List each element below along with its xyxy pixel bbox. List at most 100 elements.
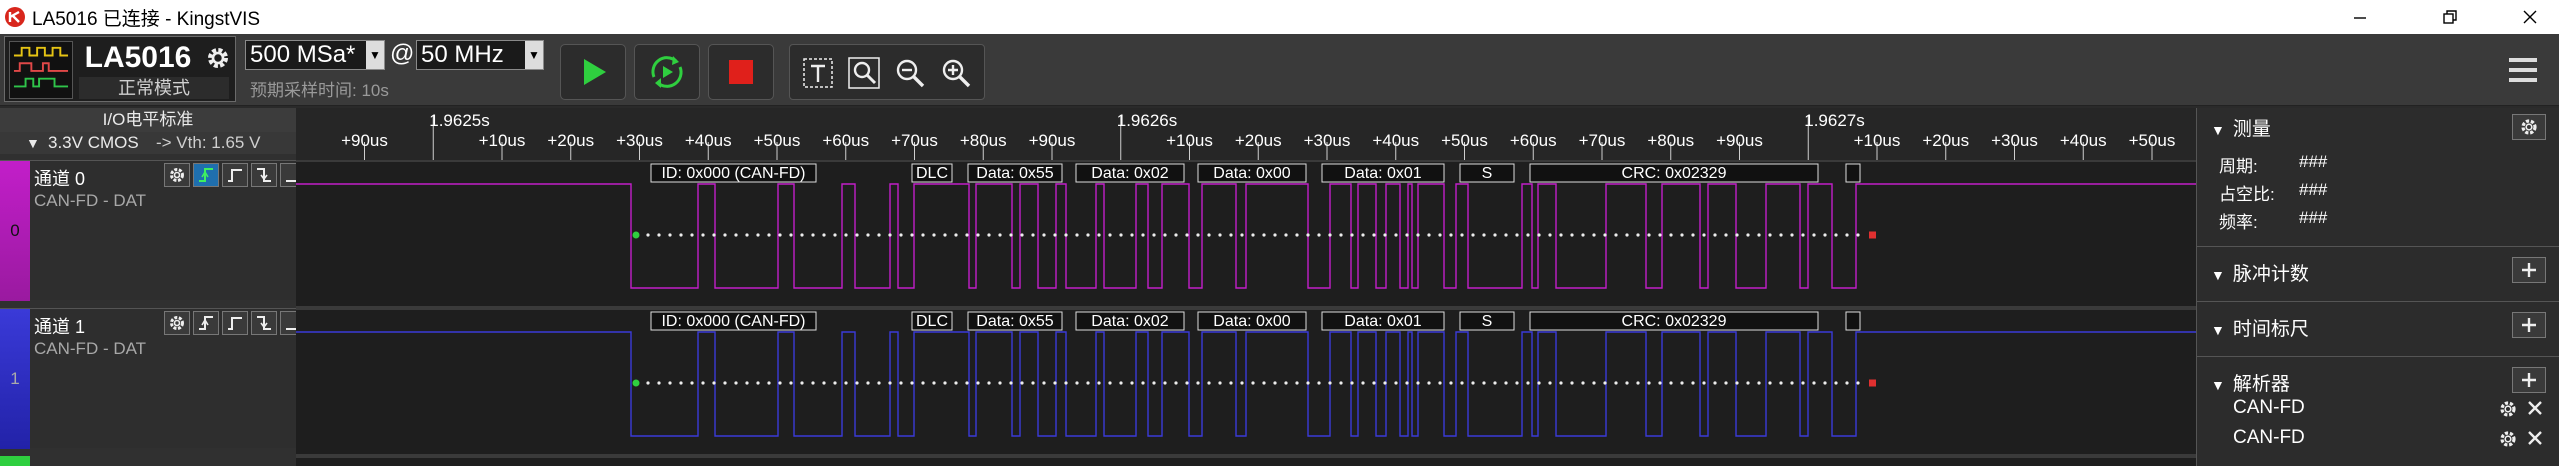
frequency-value: 50 MHz: [421, 41, 504, 68]
search-button[interactable]: [844, 53, 884, 93]
channel-0-row[interactable]: 0 通道 0 CAN-FD - DAT: [0, 160, 306, 301]
plus-icon: [2522, 373, 2536, 387]
start-button[interactable]: [560, 44, 626, 100]
analyzers-header[interactable]: ▼ 解析器: [2211, 369, 2290, 396]
ruler-tick-label: +30us: [616, 131, 663, 150]
channel-settings-button[interactable]: [164, 311, 190, 335]
ruler-tick-label: +70us: [891, 131, 938, 150]
analyzer-item[interactable]: CAN-FD: [2233, 397, 2305, 419]
ruler-tick-label: +80us: [960, 131, 1007, 150]
device-settings-icon[interactable]: [203, 43, 233, 73]
waveform-area[interactable]: +90us 1.9625s +10us +20us +30us +40us +50us +60…: [296, 108, 2196, 466]
decode-field-label: ID: 0x000 (CAN-FD): [661, 165, 805, 182]
measure-header[interactable]: ▼ 测量: [2211, 114, 2271, 141]
sample-dot: [1394, 381, 1398, 385]
sample-dot: [756, 381, 760, 385]
sample-dot: [1119, 381, 1123, 385]
io-standard-row[interactable]: ▼ 3.3V CMOS -> Vth: 1.65 V: [0, 132, 296, 154]
gear-icon[interactable]: [2498, 429, 2518, 449]
sample-dot: [1317, 381, 1321, 385]
sample-dot: [1262, 381, 1266, 385]
sample-dot: [987, 233, 991, 237]
sample-dot: [1845, 381, 1849, 385]
channel-protocol: CAN-FD - DAT: [34, 191, 147, 210]
close-icon[interactable]: [2526, 399, 2544, 417]
sample-dot: [888, 381, 892, 385]
waveform-canvas[interactable]: +90us1.9625s+10us +20us +30us +40us +50us +60…: [296, 108, 2196, 466]
frequency-select[interactable]: 50 MHz ▼: [416, 40, 544, 70]
decode-field-label: Data: 0x01: [1344, 165, 1421, 182]
sample-dot: [1042, 233, 1046, 237]
ruler-tick-label: +30us: [1991, 131, 2038, 150]
channel-icons: [164, 311, 306, 335]
sample-dot: [1185, 233, 1189, 237]
sample-dot: [745, 381, 749, 385]
sample-dot: [1779, 233, 1783, 237]
gear-icon[interactable]: [2498, 399, 2518, 419]
sample-dot: [1295, 233, 1299, 237]
sample-dot: [1405, 233, 1409, 237]
zoom-out-button[interactable]: [890, 53, 930, 93]
sample-dot: [1295, 381, 1299, 385]
channel-name[interactable]: 通道 1: [34, 313, 85, 339]
end-marker: [1869, 231, 1876, 239]
toolbar: LA5016 正常模式 500 MSa* ▼ @ 50 MHz ▼ 预期采样时间…: [0, 34, 2559, 106]
channel-settings-button[interactable]: [164, 163, 190, 187]
sample-dot: [1812, 233, 1816, 237]
sample-dot: [1779, 381, 1783, 385]
close-button[interactable]: [2495, 0, 2559, 34]
sample-dot: [1548, 233, 1552, 237]
sample-dot: [943, 381, 947, 385]
sample-dot: [1372, 233, 1376, 237]
collapse-triangle-icon: ▼: [2211, 122, 2225, 138]
stop-button[interactable]: [708, 44, 774, 100]
trigger-high-level-button[interactable]: [222, 163, 248, 187]
hamburger-menu-icon[interactable]: [2505, 52, 2541, 88]
sample-dot: [1537, 233, 1541, 237]
collapse-triangle-icon: ▼: [2211, 322, 2225, 338]
zoom-in-button[interactable]: [936, 53, 976, 93]
vth-value: -> Vth: 1.65 V: [156, 133, 261, 152]
trigger-rising-edge-button[interactable]: [193, 163, 219, 187]
sample-dot: [822, 381, 826, 385]
sample-dot: [1097, 381, 1101, 385]
sample-dot: [1768, 381, 1772, 385]
sample-dot: [1691, 381, 1695, 385]
sample-dot: [1757, 381, 1761, 385]
sample-dot: [899, 381, 903, 385]
sample-dot: [1548, 381, 1552, 385]
channel-name[interactable]: 通道 0: [34, 165, 85, 191]
close-icon: [2523, 10, 2537, 24]
analyzer-item[interactable]: CAN-FD: [2233, 427, 2305, 449]
trigger-falling-edge-button[interactable]: [251, 163, 277, 187]
minimize-button[interactable]: [2325, 0, 2395, 34]
sample-dot: [1515, 233, 1519, 237]
pulse-count-header[interactable]: ▼ 脉冲计数: [2211, 259, 2309, 286]
device-logo-icon: [9, 41, 73, 99]
ruler-tick-label: +10us: [479, 131, 526, 150]
time-marker-header[interactable]: ▼ 时间标尺: [2211, 314, 2309, 341]
sample-rate-select[interactable]: 500 MSa* ▼: [245, 40, 385, 70]
add-analyzer-button[interactable]: [2512, 367, 2546, 393]
sample-dot: [1856, 381, 1860, 385]
sample-dot: [1064, 233, 1068, 237]
sample-dot: [976, 381, 980, 385]
channel-1-row[interactable]: 1 通道 1 CAN-FD - DAT: [0, 308, 306, 449]
sample-dot: [767, 381, 771, 385]
maximize-button[interactable]: [2415, 0, 2485, 34]
trigger-rising-edge-button[interactable]: [193, 311, 219, 335]
add-time-marker-button[interactable]: [2512, 312, 2546, 338]
continuous-start-button[interactable]: [634, 44, 700, 100]
text-tool-button[interactable]: [798, 53, 838, 93]
sample-dot: [668, 233, 672, 237]
trigger-falling-edge-button[interactable]: [251, 311, 277, 335]
measure-settings-button[interactable]: [2512, 114, 2546, 140]
trigger-high-level-button[interactable]: [222, 311, 248, 335]
close-icon[interactable]: [2526, 429, 2544, 447]
sample-dot: [1746, 233, 1750, 237]
sample-dot: [1614, 381, 1618, 385]
decode-field-label: S: [1482, 165, 1493, 182]
device-panel[interactable]: LA5016 正常模式: [4, 36, 236, 102]
sample-dot: [646, 233, 650, 237]
add-pulse-count-button[interactable]: [2512, 257, 2546, 283]
